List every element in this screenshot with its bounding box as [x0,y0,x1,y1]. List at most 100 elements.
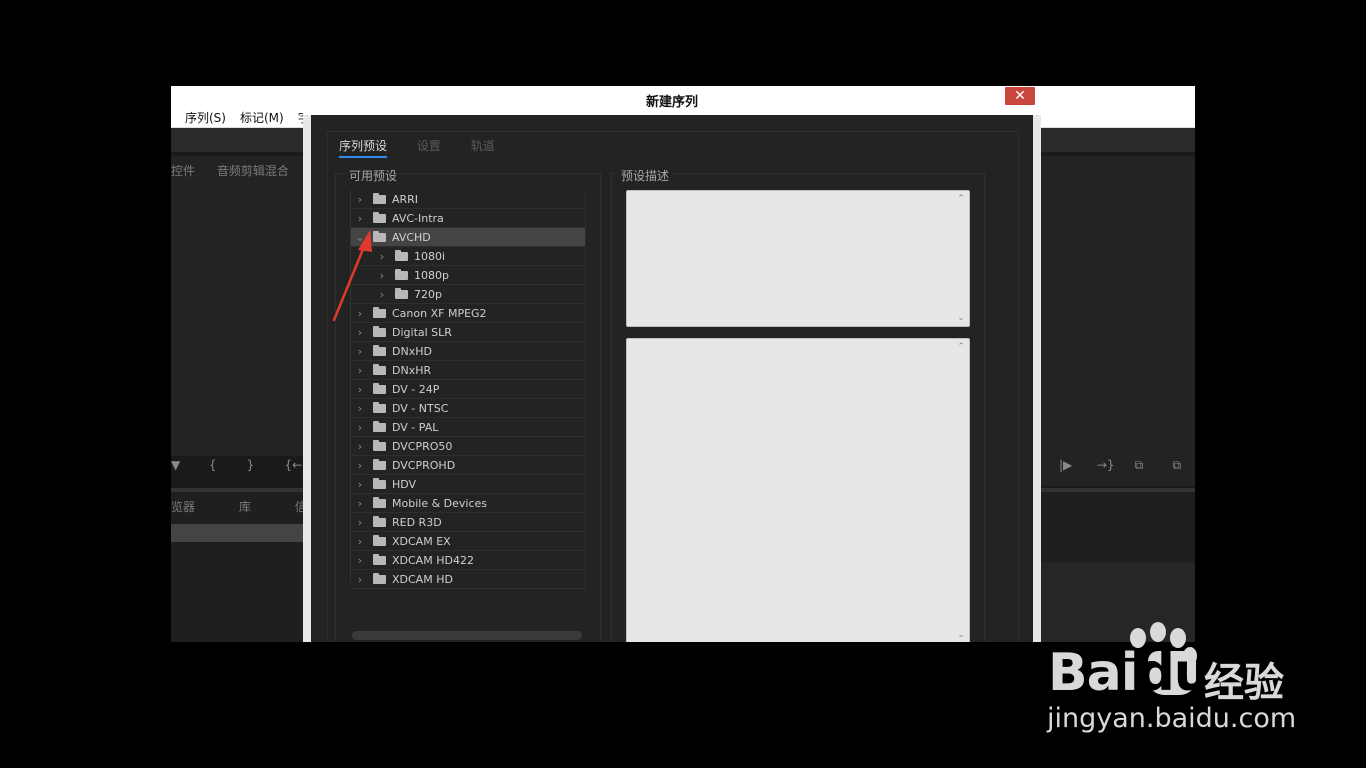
chevron-right-icon[interactable]: › [355,459,365,472]
chevron-right-icon[interactable]: › [355,402,365,415]
preset-tree-row[interactable]: › Digital SLR [351,323,586,342]
preset-tree-row[interactable]: › XDCAM EX [351,532,586,551]
folder-icon [373,211,386,223]
chevron-right-icon[interactable]: › [355,516,365,529]
preset-tree-row[interactable]: › DVCPRO50 [351,437,586,456]
chevron-right-icon[interactable]: › [355,193,365,206]
lift-icon[interactable]: ⧉ [1135,458,1169,473]
preset-tree-row[interactable]: › Canon XF MPEG2 [351,304,586,323]
new-sequence-dialog: 新建序列 ✕ 序列预设 设置 轨道 可用预设 预设描述 › ARRI › AVC-In… [303,86,1041,642]
preset-tree-label: DVCPRO50 [392,439,453,453]
baidu-logo-bai: Bai [1048,643,1139,703]
tab-sequence-presets[interactable]: 序列预设 [339,137,388,158]
folder-icon [373,382,386,394]
preset-tree-label: Mobile & Devices [392,496,488,510]
tab-tracks[interactable]: 轨道 [471,137,495,156]
preset-tree-row[interactable]: › DV - NTSC [351,399,586,418]
folder-icon [395,249,408,261]
chevron-right-icon[interactable]: › [377,269,387,282]
tab-settings[interactable]: 设置 [417,137,441,156]
program-transport: |▶ →} ⧉ ⧉ [1059,458,1195,473]
folder-icon [373,363,386,375]
folder-icon [373,344,386,356]
preset-tree-label: XDCAM HD [392,572,453,586]
folder-icon [373,439,386,451]
preset-tree-label: HDV [392,477,417,491]
preset-tree-row[interactable]: › XDCAM HD422 [351,551,586,570]
preset-description-box: ⌃ ⌄ [626,190,970,327]
preset-tree-label: AVCHD [392,230,431,244]
chevron-right-icon[interactable]: › [355,421,365,434]
extract-icon[interactable]: ⧉ [1172,458,1195,473]
preset-tree-label: DV - NTSC [392,401,449,415]
chevron-right-icon[interactable]: › [355,535,365,548]
red-arrow-annotation [332,230,372,322]
tab-libraries[interactable]: 库 [239,500,251,514]
preset-tree-row[interactable]: › AVC-Intra [351,209,586,228]
available-presets-title: 可用预设 [345,167,402,184]
preset-tree-label: AVC-Intra [392,211,444,225]
close-button[interactable]: ✕ [1005,87,1035,105]
folder-icon [373,325,386,337]
menu-marker[interactable]: 标记(M) [240,109,284,126]
preset-tree-row[interactable]: › 1080p [351,266,586,285]
tab-audio-clip-mixer[interactable]: 音频剪辑混合 [217,164,289,178]
preset-tree-row[interactable]: › DV - PAL [351,418,586,437]
scroll-up-icon[interactable]: ⌃ [955,193,967,205]
dialog-titlebar: 新建序列 ✕ [303,86,1041,115]
preset-tree-row[interactable]: › DV - 24P [351,380,586,399]
folder-icon [373,534,386,546]
preset-tree-row[interactable]: › RED R3D [351,513,586,532]
preset-details-box: ⌃ ⌄ [626,338,970,642]
chevron-right-icon[interactable]: › [355,326,365,339]
source-panel-tabs: 控件 音频剪辑混合 [171,162,307,179]
tab-effect-controls[interactable]: 控件 [171,164,195,178]
scroll-down-icon[interactable]: ⌄ [955,312,967,324]
mark-out-icon[interactable]: } [247,458,281,472]
preset-tree-row[interactable]: › Mobile & Devices [351,494,586,513]
go-to-out-icon[interactable]: →} [1097,458,1131,472]
preset-tree-row[interactable]: › ARRI [351,190,586,209]
chevron-right-icon[interactable]: › [355,478,365,491]
add-marker-icon[interactable]: ▼ [171,458,205,472]
chevron-right-icon[interactable]: › [355,573,365,586]
dialog-body: 序列预设 设置 轨道 可用预设 预设描述 › ARRI › AVC-Intra ⌄ AVC… [311,115,1033,642]
preset-tree-row[interactable]: ⌄ AVCHD [351,228,586,247]
chevron-right-icon[interactable]: › [355,554,365,567]
preset-tree-label: 720p [414,287,442,301]
preset-tree-row[interactable]: › HDV [351,475,586,494]
scroll-down-icon[interactable]: ⌄ [955,629,967,641]
chevron-right-icon[interactable]: › [377,288,387,301]
chevron-right-icon[interactable]: › [355,497,365,510]
preset-tree-row[interactable]: › XDCAM HD [351,570,586,589]
scroll-up-icon[interactable]: ⌃ [955,341,967,353]
preset-tree-row[interactable]: › DVCPROHD [351,456,586,475]
step-forward-icon[interactable]: |▶ [1059,458,1093,472]
folder-icon [373,496,386,508]
preset-tree-row[interactable]: › DNxHD [351,342,586,361]
dialog-tabs: 序列预设 设置 轨道 [339,137,521,158]
tab-media-browser[interactable]: 览器 [171,500,195,514]
chevron-right-icon[interactable]: › [355,364,365,377]
chevron-right-icon[interactable]: › [377,250,387,263]
preset-tree-row[interactable]: › 720p [351,285,586,304]
preset-tree-label: DNxHD [392,344,432,358]
chevron-right-icon[interactable]: › [355,383,365,396]
preset-tree-label: 1080p [414,268,449,282]
preset-tree-label: XDCAM HD422 [392,553,474,567]
chevron-right-icon[interactable]: › [355,440,365,453]
folder-icon [373,572,386,584]
preset-tree-row[interactable]: › DNxHR [351,361,586,380]
chevron-right-icon[interactable]: › [355,212,365,225]
mark-in-icon[interactable]: { [209,458,243,472]
preset-tree-label: XDCAM EX [392,534,451,548]
baidu-logo-du: du [1137,643,1211,703]
project-row[interactable] [171,524,311,542]
chevron-right-icon[interactable]: › [355,345,365,358]
folder-icon [373,192,386,204]
folder-icon [395,287,408,299]
tree-horizontal-scrollbar[interactable] [352,631,582,640]
preset-tree-row[interactable]: › 1080i [351,247,586,266]
preset-description-title: 预设描述 [617,167,674,184]
menu-sequence[interactable]: 序列(S) [185,109,226,126]
